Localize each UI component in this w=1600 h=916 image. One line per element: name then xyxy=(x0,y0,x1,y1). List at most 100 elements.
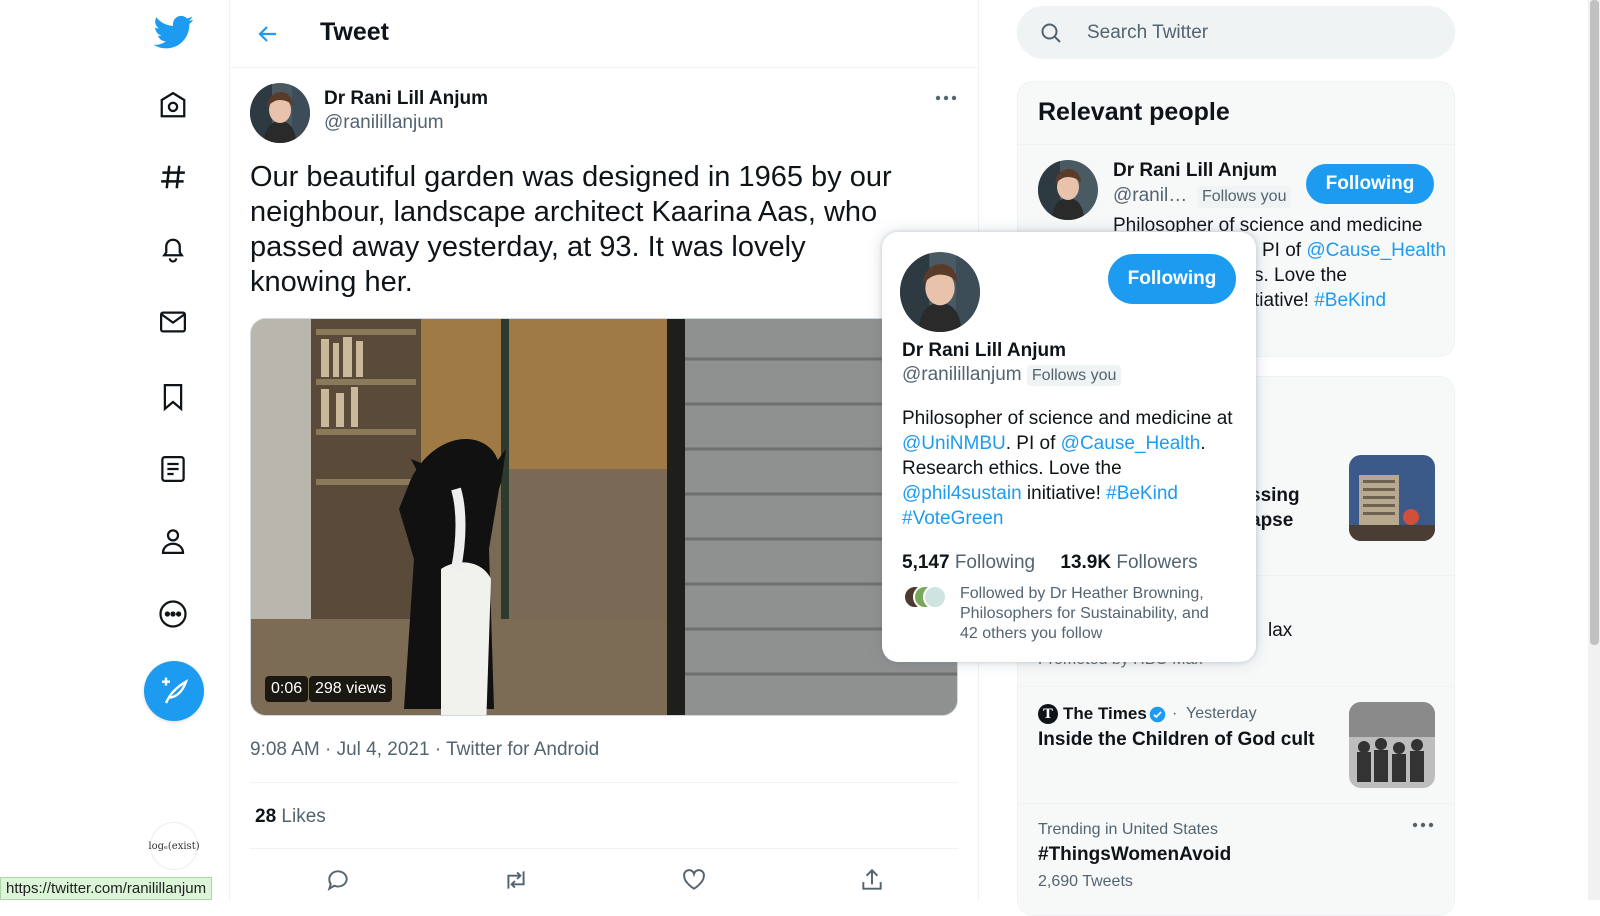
twitter-logo-icon[interactable] xyxy=(154,12,194,52)
trend-4-context: Trending in United States xyxy=(1038,821,1218,838)
more-horizontal-icon xyxy=(1412,822,1434,828)
relevant-following-button[interactable]: Following xyxy=(1306,164,1434,204)
trend-3-thumbnail xyxy=(1349,702,1435,788)
hovercard-follows-you-badge: Follows you xyxy=(1026,365,1122,386)
back-button[interactable] xyxy=(250,16,286,52)
follows-you-badge: Follows you xyxy=(1197,186,1292,208)
bio-text-initiative: initiative! xyxy=(1021,483,1107,504)
bio-text-1: Philosopher of science and medicine at xyxy=(902,408,1233,429)
relevant-bio-line4: tiative! #BeKind xyxy=(1254,290,1386,312)
status-url: https://twitter.com/ranilillanjum xyxy=(0,877,213,900)
tweet-more-button[interactable] xyxy=(930,86,962,110)
heart-icon xyxy=(683,869,705,890)
bio-text-pi: . PI of xyxy=(1005,433,1061,454)
bio-line2-pre: PI of xyxy=(1262,240,1307,261)
tweet-text: Our beautiful garden was designed in 196… xyxy=(250,161,892,298)
compose-tweet-button[interactable] xyxy=(144,661,204,721)
hovercard-handle[interactable]: @ranilillanjum xyxy=(902,364,1022,385)
following-stat[interactable]: 5,147 Following xyxy=(902,552,1035,573)
trend-item-4[interactable]: Trending in United States #ThingsWomenAv… xyxy=(1018,804,1454,916)
votegreen-link[interactable]: #VoteGreen xyxy=(902,508,1003,529)
the-times-logo-icon: T xyxy=(1038,704,1058,724)
page-title: Tweet xyxy=(320,18,389,46)
trend-item-3[interactable]: T The Times · Yesterday Inside the Child… xyxy=(1018,687,1454,803)
like-button[interactable] xyxy=(676,862,712,898)
more-circle-icon[interactable] xyxy=(150,591,196,637)
video-time-badge: 0:06 xyxy=(265,676,309,702)
hovercard-name[interactable]: Dr Rani Lill Anjum xyxy=(902,340,1242,362)
likes-count[interactable]: 28 Likes xyxy=(255,806,326,828)
trend-4-more-button[interactable] xyxy=(1412,822,1434,828)
hovercard-stats: 5,147 Following 13.9K Followers xyxy=(902,552,1242,574)
reply-button[interactable] xyxy=(320,862,356,898)
followers-you-know-avatars xyxy=(902,584,950,610)
tweet-meta[interactable]: 9:08 AM · Jul 4, 2021 · Twitter for Andr… xyxy=(250,739,599,761)
verified-badge-icon xyxy=(1149,706,1166,723)
trend-3-title: Inside the Children of God cult xyxy=(1038,729,1315,750)
phil4sustain-link[interactable]: @phil4sustain xyxy=(902,483,1022,504)
followers-count: 13.9K xyxy=(1060,552,1112,573)
bekind-link[interactable]: #BeKind xyxy=(1314,290,1386,311)
share-button[interactable] xyxy=(854,862,890,898)
cause-health-link[interactable]: @Cause_Health xyxy=(1306,240,1446,261)
likes-label: Likes xyxy=(281,806,326,827)
trend-3-source: The Times xyxy=(1063,704,1147,723)
mail-icon[interactable] xyxy=(150,299,196,345)
relevant-person-name[interactable]: Dr Rani Lill Anjum xyxy=(1113,160,1277,182)
profile-hovercard: Following Dr Rani Lill Anjum @ranilillan… xyxy=(882,232,1256,662)
retweet-button[interactable] xyxy=(498,862,534,898)
bell-icon[interactable] xyxy=(150,226,196,272)
trend-1-thumbnail xyxy=(1349,455,1435,541)
trend-4-count: 2,690 Tweets xyxy=(1038,873,1133,890)
list-icon[interactable] xyxy=(150,446,196,492)
account-avatar[interactable]: logₑ(exist) xyxy=(148,822,200,870)
bio-text-dot: . xyxy=(1200,433,1206,454)
tweet-video[interactable]: 0:06 298 views xyxy=(250,318,958,716)
search-icon xyxy=(1041,23,1061,43)
author-handle[interactable]: @ranilillanjum xyxy=(324,112,444,134)
account-avatar-text: logₑ(exist) xyxy=(148,840,200,852)
hashtag-icon[interactable] xyxy=(150,154,196,200)
following-label: Following xyxy=(954,552,1036,573)
search-box[interactable] xyxy=(1017,6,1455,59)
feather-plus-icon xyxy=(162,677,189,704)
relevant-bio-line3: s. Love the xyxy=(1254,265,1347,286)
home-icon[interactable] xyxy=(150,82,196,128)
relevant-people-title: Relevant people xyxy=(1038,98,1230,126)
person-icon[interactable] xyxy=(150,518,196,564)
uninmbu-link[interactable]: @UniNMBU xyxy=(902,433,1006,454)
following-count: 5,147 xyxy=(902,552,950,573)
scrollbar-thumb[interactable] xyxy=(1590,0,1599,645)
relevant-bio-line2: PI of @Cause_Health xyxy=(1262,240,1446,262)
reply-icon xyxy=(327,870,348,891)
video-views-badge: 298 views xyxy=(309,676,393,702)
author-avatar[interactable] xyxy=(250,83,310,143)
trend-3-time: Yesterday xyxy=(1186,705,1257,722)
followers-label: Followers xyxy=(1116,552,1198,573)
relevant-person-handle[interactable]: @ranil… xyxy=(1113,185,1187,207)
hovercard-following-button[interactable]: Following xyxy=(1108,254,1236,304)
trend-4-title: #ThingsWomenAvoid xyxy=(1038,844,1232,865)
bio-line4-pre: tiative! xyxy=(1254,290,1315,311)
bio-text-3: Research ethics. Love the xyxy=(902,458,1122,479)
followers-stat[interactable]: 13.9K Followers xyxy=(1060,552,1197,573)
hovercard-followed-by[interactable]: Followed by Dr Heather Browning, Philoso… xyxy=(960,584,1230,644)
retweet-icon xyxy=(507,871,525,889)
relevant-person-avatar[interactable] xyxy=(1038,160,1098,220)
author-name[interactable]: Dr Rani Lill Anjum xyxy=(324,88,488,110)
hovercard-handle-row: @ranilillanjum Follows you xyxy=(902,364,1242,386)
trend-2-title: lax xyxy=(1268,620,1293,641)
cause-health-link[interactable]: @Cause_Health xyxy=(1061,433,1201,454)
trend-1-title-b: apse xyxy=(1250,510,1294,531)
trend-3-dot: · xyxy=(1172,705,1178,722)
hovercard-avatar[interactable] xyxy=(900,252,980,332)
share-icon xyxy=(862,868,882,890)
trend-1-title-a: ssing xyxy=(1250,485,1300,506)
bekind-link[interactable]: #BeKind xyxy=(1106,483,1178,504)
arrow-left-icon xyxy=(258,26,276,42)
likes-number: 28 xyxy=(255,806,277,827)
hovercard-bio: Philosopher of science and medicine at @… xyxy=(902,406,1242,531)
more-horizontal-icon xyxy=(935,95,957,101)
search-input[interactable] xyxy=(1087,19,1427,47)
bookmark-icon[interactable] xyxy=(150,374,196,420)
